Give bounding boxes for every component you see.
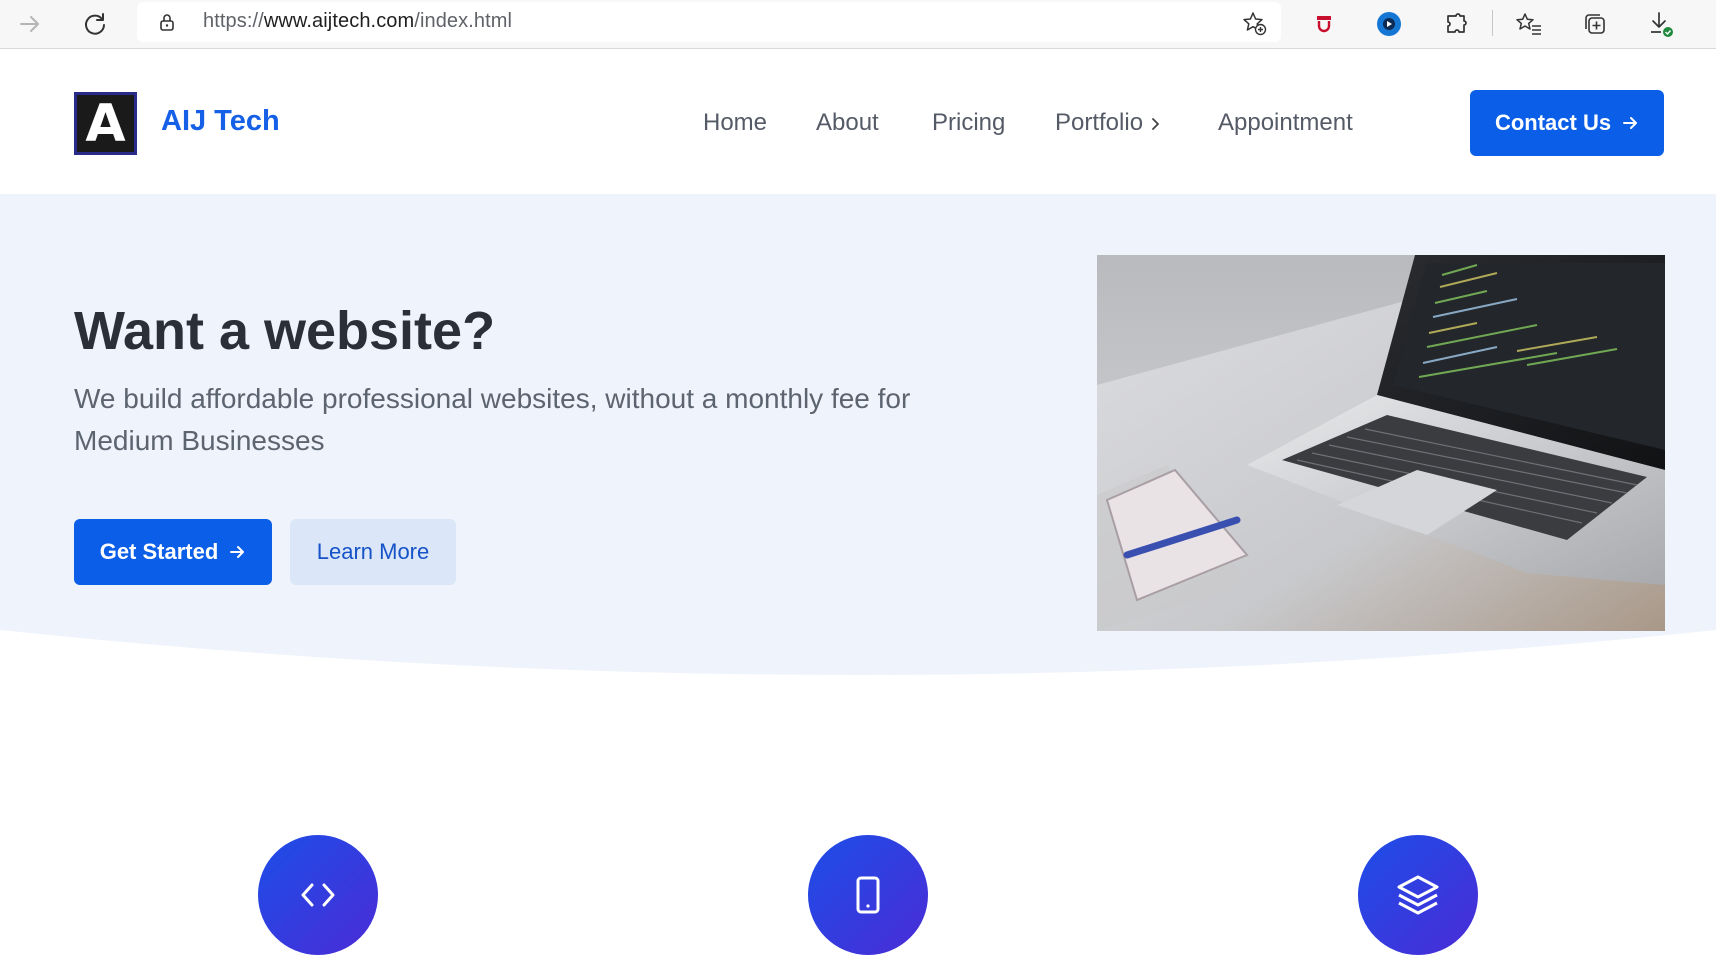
nav-item-home[interactable]: Home bbox=[703, 109, 767, 137]
tablet-icon bbox=[856, 876, 880, 914]
nav-item-portfolio-label: Portfolio bbox=[1055, 109, 1144, 136]
logo-letter: A bbox=[85, 93, 126, 154]
favorites-list-icon bbox=[1516, 13, 1541, 35]
reload-button[interactable] bbox=[77, 6, 113, 42]
lock-icon bbox=[160, 14, 174, 31]
chevron-right-icon bbox=[1152, 117, 1159, 130]
add-favorite-icon[interactable] bbox=[1241, 10, 1267, 36]
site-logo[interactable]: A bbox=[74, 92, 137, 155]
nav-item-about[interactable]: About bbox=[816, 109, 879, 137]
shield-extension-icon bbox=[1317, 16, 1331, 33]
arrow-right-icon bbox=[230, 546, 245, 558]
url-text: https://www.aijtech.com/index.html bbox=[203, 10, 513, 32]
downloads-button[interactable] bbox=[1643, 6, 1679, 42]
feature-code-circle bbox=[258, 835, 378, 955]
contact-us-button[interactable]: Contact Us bbox=[1470, 90, 1664, 156]
hero-laptop-image bbox=[1097, 255, 1665, 631]
extension-media-button[interactable] bbox=[1371, 6, 1407, 42]
media-extension-icon bbox=[1377, 12, 1401, 36]
brand-name[interactable]: AIJ Tech bbox=[161, 105, 280, 138]
learn-more-label: Learn More bbox=[316, 539, 430, 564]
learn-more-button[interactable]: Learn More bbox=[290, 519, 456, 585]
contact-us-label: Contact Us bbox=[1494, 110, 1612, 135]
extension-shield-button[interactable] bbox=[1306, 6, 1342, 42]
feature-layers-circle bbox=[1358, 835, 1478, 955]
favorites-button[interactable] bbox=[1511, 6, 1547, 42]
extensions-button[interactable] bbox=[1438, 6, 1474, 42]
reload-icon bbox=[85, 13, 105, 35]
nav-item-pricing[interactable]: Pricing bbox=[932, 109, 1005, 137]
feature-tablet-circle bbox=[808, 835, 928, 955]
download-icon bbox=[1651, 12, 1673, 37]
nav-item-portfolio[interactable]: Portfolio bbox=[1055, 109, 1161, 137]
get-started-button[interactable]: Get Started bbox=[74, 519, 272, 585]
nav-item-appointment[interactable]: Appointment bbox=[1218, 109, 1353, 137]
forward-button[interactable] bbox=[12, 6, 48, 42]
layers-icon bbox=[1397, 875, 1439, 915]
hero-title: Want a website? bbox=[74, 301, 496, 361]
site-header: A AIJ Tech Home About Pricing Portfolio … bbox=[0, 50, 1716, 194]
address-bar[interactable]: https://www.aijtech.com/index.html bbox=[137, 2, 1281, 42]
arrow-right-icon bbox=[1623, 117, 1638, 129]
collections-icon bbox=[1585, 14, 1605, 34]
forward-arrow-icon bbox=[20, 16, 39, 32]
get-started-label: Get Started bbox=[99, 539, 219, 564]
code-icon bbox=[301, 883, 335, 907]
browser-toolbar: https://www.aijtech.com/index.html bbox=[0, 0, 1716, 49]
hero-subtitle: We build affordable professional website… bbox=[74, 383, 911, 456]
puzzle-icon bbox=[1447, 13, 1467, 33]
toolbar-divider bbox=[1492, 10, 1493, 36]
collections-button[interactable] bbox=[1577, 6, 1613, 42]
